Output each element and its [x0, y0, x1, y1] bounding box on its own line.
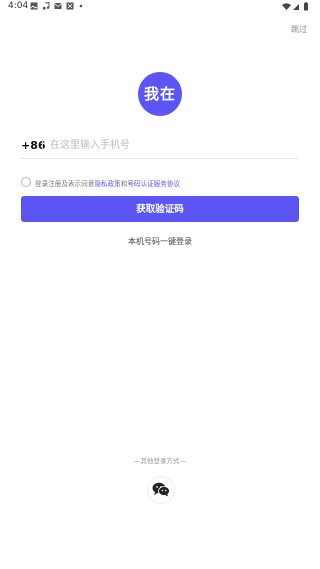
status-bar: 4:04 — [0, 0, 320, 24]
dot-icon — [79, 4, 83, 8]
mail-icon — [54, 3, 62, 9]
phone-input-row: +86 — [20, 134, 298, 159]
phone-number-input[interactable] — [50, 136, 280, 154]
wechat-icon — [152, 482, 170, 497]
one-key-login-link[interactable]: 本机号码一键登录 — [0, 236, 320, 247]
other-login-label: —其他登录方式— — [134, 457, 186, 465]
music-icon — [42, 2, 50, 10]
skip-button[interactable]: 跳过 — [291, 24, 307, 35]
wechat-login-button[interactable] — [147, 476, 175, 504]
service-agreement-link[interactable]: 号码认证服务协议 — [127, 180, 180, 188]
wifi-signal-battery-icon — [282, 2, 308, 11]
app-icon — [66, 2, 74, 10]
agreement-checkbox[interactable] — [21, 177, 31, 187]
app-logo: 我在 — [138, 72, 182, 116]
status-time: 4:04 — [8, 1, 29, 11]
agreement-prefix: 登录注册及表示同意 — [35, 180, 95, 188]
privacy-policy-link[interactable]: 隐私政策 — [94, 180, 120, 188]
get-code-button[interactable]: 获取验证码 — [21, 196, 299, 222]
image-icon — [30, 2, 38, 10]
agreement-text: 登录注册及表示同意隐私政策和号码认证服务协议 — [35, 178, 180, 188]
divider — [42, 140, 43, 150]
system-icons — [282, 2, 312, 12]
